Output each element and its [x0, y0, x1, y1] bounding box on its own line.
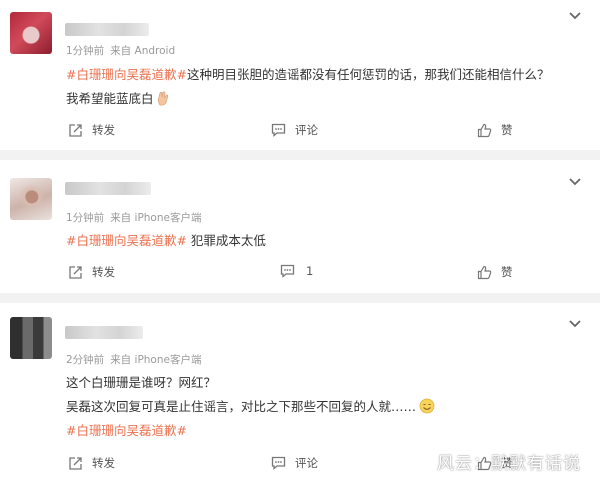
chevron-down-icon[interactable]	[568, 177, 582, 187]
post-time: 1分钟前	[66, 45, 105, 57]
comment-button[interactable]: 评论	[271, 122, 318, 138]
post-text-line: #白珊珊向吴磊道歉# 犯罪成本太低	[66, 230, 266, 249]
topic-link[interactable]: #白珊珊向吴磊道歉#	[66, 423, 187, 438]
post-text: 我希望能蓝底白	[66, 91, 154, 106]
watermark: 风云：默默有话说	[437, 454, 581, 474]
post-source: 来自 iPhone客户端	[110, 212, 202, 224]
post-text-line: 我希望能蓝底白	[66, 88, 169, 109]
post-meta: 1分钟前 来自 Android	[66, 43, 175, 58]
repost-button[interactable]: 转发	[68, 455, 115, 471]
post-text-line: #白珊珊向吴磊道歉#这种明目张胆的造谣都没有任何惩罚的话，那我们还能相信什么？	[66, 64, 549, 83]
post-text-line: 这个白珊珊是谁呀？网红？	[66, 372, 216, 391]
post-source: 来自 iPhone客户端	[110, 354, 202, 366]
comment-count: 1	[306, 264, 314, 278]
like-label: 赞	[501, 265, 513, 279]
post-meta: 1分钟前 来自 iPhone客户端	[66, 210, 201, 225]
post-1: 1分钟前 来自 Android #白珊珊向吴磊道歉#这种明目张胆的造谣都没有任何惩…	[0, 0, 600, 150]
avatar[interactable]	[10, 317, 52, 359]
thumbs-up-icon	[477, 123, 492, 137]
avatar[interactable]	[10, 178, 52, 220]
repost-label: 转发	[92, 265, 115, 279]
like-button[interactable]: 赞	[477, 264, 513, 280]
repost-button[interactable]: 转发	[68, 122, 115, 138]
smile-icon	[419, 398, 435, 417]
comment-icon	[271, 123, 286, 137]
chevron-down-icon[interactable]	[568, 11, 582, 21]
post-text: 吴磊这次回复可真是止住谣言，对比之下那些不回复的人就……	[66, 399, 417, 414]
post-separator	[0, 293, 600, 303]
repost-icon	[69, 456, 82, 470]
repost-button[interactable]: 转发	[68, 264, 115, 280]
comment-icon	[271, 456, 286, 470]
topic-link[interactable]: #白珊珊向吴磊道歉#	[66, 233, 187, 248]
like-label: 赞	[501, 123, 513, 137]
repost-label: 转发	[92, 123, 115, 137]
comment-button[interactable]: 1	[280, 264, 313, 278]
repost-icon	[69, 265, 82, 279]
username[interactable]	[65, 182, 151, 195]
repost-icon	[69, 123, 82, 137]
repost-label: 转发	[92, 456, 115, 470]
like-button[interactable]: 赞	[477, 122, 513, 138]
username[interactable]	[65, 23, 149, 36]
post-text-line: 吴磊这次回复可真是止住谣言，对比之下那些不回复的人就……	[66, 396, 435, 417]
post-time: 1分钟前	[66, 212, 105, 224]
post-2: 1分钟前 来自 iPhone客户端 #白珊珊向吴磊道歉# 犯罪成本太低 转发 1 …	[0, 160, 600, 293]
post-text: 这种明目张胆的造谣都没有任何惩罚的话，那我们还能相信什么？	[186, 67, 550, 82]
post-text-line: #白珊珊向吴磊道歉#	[66, 420, 187, 439]
comment-icon	[280, 264, 295, 278]
comment-label: 评论	[295, 123, 318, 137]
post-text: 犯罪成本太低	[186, 233, 266, 248]
thumbs-up-icon	[477, 265, 492, 279]
post-text: 这个白珊珊是谁呀？网红？	[66, 375, 217, 390]
avatar[interactable]	[10, 12, 52, 54]
chevron-down-icon[interactable]	[568, 319, 582, 329]
post-time: 2分钟前	[66, 354, 105, 366]
comment-button[interactable]: 评论	[271, 455, 318, 471]
post-source: 来自 Android	[110, 45, 176, 57]
username[interactable]	[65, 326, 143, 339]
hand-icon	[157, 91, 169, 109]
topic-link[interactable]: #白珊珊向吴磊道歉#	[66, 67, 187, 82]
comment-label: 评论	[295, 456, 318, 470]
post-separator	[0, 150, 600, 160]
post-meta: 2分钟前 来自 iPhone客户端	[66, 352, 201, 367]
